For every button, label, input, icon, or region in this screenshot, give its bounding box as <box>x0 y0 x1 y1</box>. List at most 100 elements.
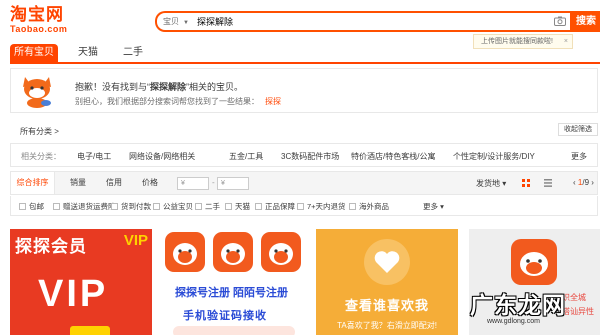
watermark-url: www.gdlong.com <box>487 318 540 325</box>
tantan-app-icon <box>511 239 557 285</box>
product-headline: 探探号注册 陌陌号注册 <box>175 287 289 299</box>
product-title: 探探会员 <box>15 237 87 256</box>
breadcrumb: 所有分类 > 收起筛选 <box>10 122 600 138</box>
price-min-input[interactable]: ¥ <box>177 177 209 190</box>
tab-second-hand[interactable]: 二手 <box>113 44 153 62</box>
category-item[interactable]: 个性定制/设计服务/DIY <box>453 151 535 162</box>
product-card[interactable]: 查看谁喜欢我 TA喜欢了我？右滑立即配对! <box>316 229 458 335</box>
chevron-down-icon: ▼ <box>183 20 189 26</box>
ship-from-dropdown[interactable]: 发货地 ▾ <box>476 178 506 189</box>
filter-label: 赠送退货运费险 <box>63 202 116 211</box>
grid-view-icon[interactable] <box>522 179 530 187</box>
filter-row: 包邮 赠送退货运费险 货到付款 公益宝贝 二手 天猫 正品保障 7+天内退货 海… <box>10 196 598 216</box>
related-category-row: 相关分类： 电子/电工 网络设备/网络相关 五金/工具 3C数码配件市场 特价酒… <box>10 143 598 167</box>
filter-charity[interactable]: 公益宝贝 <box>153 201 193 212</box>
category-item[interactable]: 网络设备/网络相关 <box>129 151 195 162</box>
category-more-button[interactable]: 更多 <box>571 151 587 162</box>
category-item[interactable]: 特价酒店/特色客栈/公寓 <box>351 151 435 162</box>
checkbox[interactable] <box>297 203 304 210</box>
no-result-notice: 抱歉！没有找到与“探探解除”相关的宝贝。 别担心，我们根据部分搜索词帮您找到了一… <box>10 68 598 113</box>
pager: ‹ 1/9 › <box>573 178 594 187</box>
checkbox[interactable] <box>195 203 202 210</box>
filter-overseas[interactable]: 海外商品 <box>349 201 389 212</box>
product-subline: 手机验证码接收 <box>183 310 267 322</box>
next-page-icon[interactable]: › <box>589 178 594 187</box>
product-title: 查看谁喜欢我 <box>344 298 429 313</box>
checkbox[interactable] <box>53 203 60 210</box>
filter-return-insurance[interactable]: 赠送退货运费险 <box>53 201 116 212</box>
product-card[interactable]: 探探会员 VIP VIP <box>10 229 152 335</box>
product-footer-strip <box>70 326 110 335</box>
filter-more-label: 更多 <box>423 202 438 211</box>
filter-label: 7+天内退货 <box>307 202 346 211</box>
chevron-right-icon: > <box>54 127 59 136</box>
checkbox[interactable] <box>19 203 26 210</box>
pager-total: /9 <box>582 178 590 187</box>
filter-authentic[interactable]: 正品保障 <box>255 201 295 212</box>
sort-price[interactable]: 价格 <box>135 172 165 194</box>
price-max-input[interactable]: ¥ <box>217 177 249 190</box>
breadcrumb-all-categories[interactable]: 所有分类 > <box>20 126 59 137</box>
checkbox[interactable] <box>225 203 232 210</box>
search-tabs: 所有宝贝 天猫 二手 <box>10 44 600 64</box>
filter-label: 海外商品 <box>359 202 389 211</box>
chevron-down-icon: ▾ <box>440 202 444 211</box>
fox-mascot-icon <box>23 77 51 108</box>
breadcrumb-label: 所有分类 <box>20 127 52 136</box>
tab-all-items[interactable]: 所有宝贝 <box>10 44 58 62</box>
sort-credit[interactable]: 信用 <box>97 172 131 194</box>
tantan-app-icon <box>165 232 205 272</box>
category-item[interactable]: 电子/电工 <box>77 151 111 162</box>
category-label: 相关分类： <box>21 152 61 161</box>
collapse-filter-button[interactable]: 收起筛选 <box>558 123 598 136</box>
filter-tmall[interactable]: 天猫 <box>225 201 250 212</box>
checkbox[interactable] <box>255 203 262 210</box>
category-item[interactable]: 五金/工具 <box>229 151 263 162</box>
filter-label: 货到付款 <box>121 202 151 211</box>
tab-tmall[interactable]: 天猫 <box>68 44 108 62</box>
filter-second-hand[interactable]: 二手 <box>195 201 220 212</box>
site-watermark: 广东龙网 <box>470 292 566 318</box>
list-view-icon[interactable] <box>544 179 552 187</box>
notice-message: 抱歉！没有找到与“探探解除”相关的宝贝。 <box>75 80 243 93</box>
taobao-logo[interactable]: 淘宝网 Taobao.com <box>10 5 80 35</box>
search-button[interactable]: 搜索 <box>570 11 600 32</box>
notice-prefix: 抱歉！没有找到与“ <box>75 82 150 92</box>
tantan-app-icon <box>261 232 301 272</box>
filter-label: 二手 <box>205 202 220 211</box>
category-item[interactable]: 3C数码配件市场 <box>281 151 339 162</box>
notice-suffix: ”相关的宝贝。 <box>186 82 244 92</box>
notice-suggestion: 别担心，我们根据部分搜索词帮您找到了一些结果： 探探 <box>75 96 281 107</box>
filter-label: 包邮 <box>29 202 44 211</box>
suggestion-text: 别担心，我们根据部分搜索词帮您找到了一些结果： <box>75 97 259 106</box>
chevron-down-icon: ▾ <box>502 179 507 188</box>
logo-text: 淘宝网 <box>10 5 64 24</box>
sort-sales[interactable]: 销量 <box>61 172 95 194</box>
filter-more[interactable]: 更多 ▾ <box>423 201 444 212</box>
filter-label: 天猫 <box>235 202 250 211</box>
logo-subtext: Taobao.com <box>10 24 68 34</box>
price-dash: - <box>212 178 215 187</box>
tantan-app-icon <box>213 232 253 272</box>
product-subtitle: TA喜欢了我？右滑立即配对! <box>337 321 437 330</box>
product-card[interactable]: 探探号注册 陌陌号注册 手机验证码接收 <box>163 229 305 335</box>
search-box: 宝贝 ▼ <box>155 11 570 32</box>
search-input[interactable] <box>197 14 527 29</box>
checkbox[interactable] <box>111 203 118 210</box>
ship-from-label: 发货地 <box>476 179 500 188</box>
filter-label: 正品保障 <box>265 202 295 211</box>
camera-icon[interactable] <box>554 16 566 26</box>
filter-7day-return[interactable]: 7+天内退货 <box>297 201 346 212</box>
checkbox[interactable] <box>349 203 356 210</box>
heart-icon <box>364 239 410 285</box>
checkbox[interactable] <box>153 203 160 210</box>
filter-cod[interactable]: 货到付款 <box>111 201 151 212</box>
filter-free-shipping[interactable]: 包邮 <box>19 201 44 212</box>
product-footer-strip <box>173 326 295 335</box>
notice-keyword: 探探解除 <box>150 82 187 92</box>
suggestion-link[interactable]: 探探 <box>265 97 281 106</box>
product-text: 搭讪异性 <box>562 307 594 316</box>
vip-tag: VIP <box>123 232 148 249</box>
search-scope-dropdown[interactable]: 宝贝 ▼ <box>163 16 189 27</box>
sort-default[interactable]: 综合排序 <box>11 172 55 194</box>
